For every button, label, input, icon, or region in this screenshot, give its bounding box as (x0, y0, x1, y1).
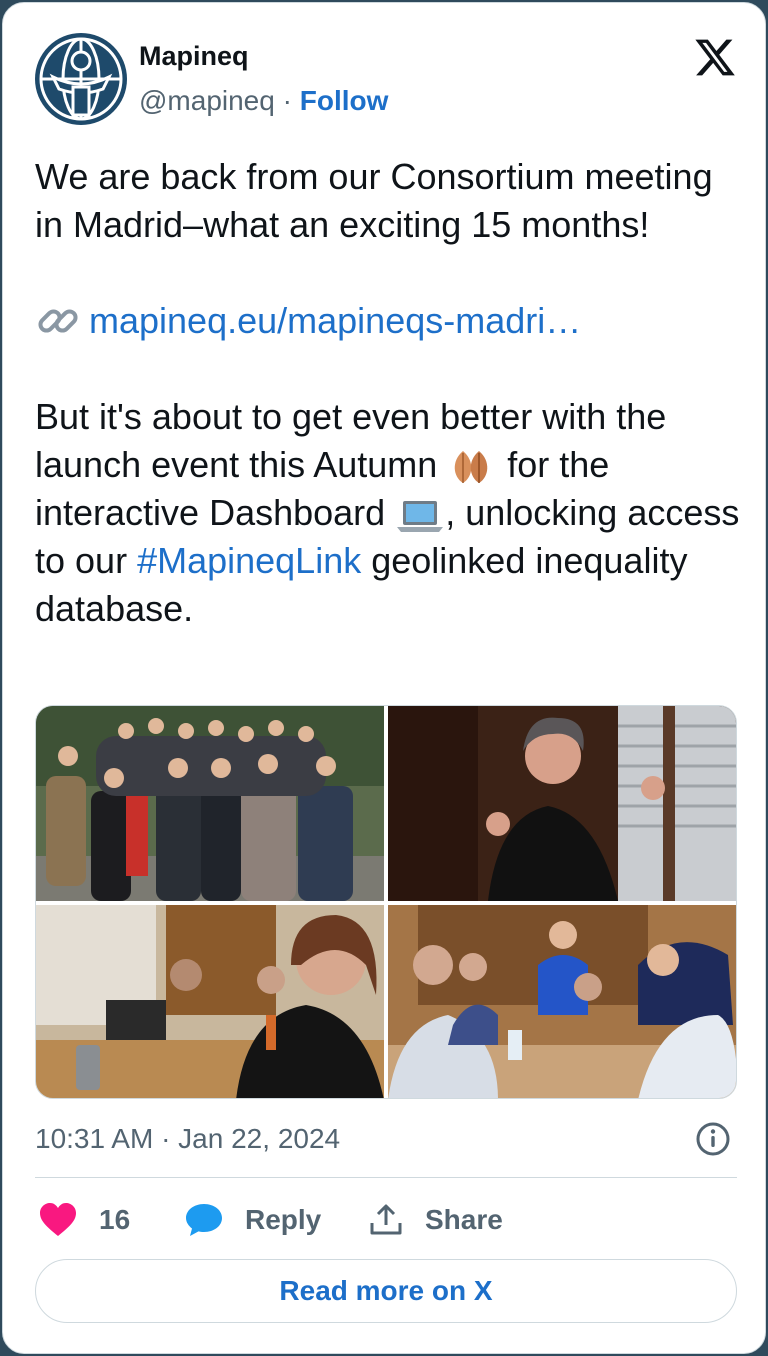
tweet-card: Mapineq @mapineq · Follow We are back fr… (2, 2, 766, 1354)
mapineq-logo-avatar[interactable] (33, 31, 129, 127)
share-button[interactable]: Share (369, 1195, 503, 1245)
tweet-paragraph-1: We are back from our Consortium meeting … (35, 156, 713, 245)
photo-meeting-1[interactable] (36, 905, 384, 1098)
link-icon (38, 309, 78, 333)
like-count: 16 (99, 1204, 131, 1235)
heart-icon (40, 1203, 76, 1236)
follow-button[interactable]: Follow (300, 85, 389, 116)
tweet-link-row[interactable]: mapineq.eu/mapineqs-madri… (35, 297, 745, 345)
info-icon[interactable] (695, 1121, 731, 1157)
photo-meeting-2[interactable] (388, 905, 736, 1098)
media-grid (35, 705, 737, 1099)
tweet-body: We are back from our Consortium meeting … (35, 153, 745, 633)
action-bar: 16 Reply Share (35, 1195, 737, 1245)
fallen-leaves-emoji-icon (454, 451, 488, 484)
speech-bubble-icon (186, 1204, 222, 1236)
hashtag-link[interactable]: #MapineqLink (137, 540, 361, 581)
reply-button[interactable]: Reply (185, 1195, 321, 1245)
tweet-link[interactable]: mapineq.eu/mapineqs-madri… (89, 297, 581, 345)
tweet-paragraph-2: But it's about to get even better with t… (35, 393, 745, 633)
author-handle-row: @mapineq · Follow (139, 85, 388, 117)
reply-label: Reply (245, 1204, 322, 1235)
author-name[interactable]: Mapineq (139, 41, 249, 72)
photo-presenter[interactable] (388, 706, 736, 901)
laptop-emoji-icon (397, 501, 444, 533)
read-more-button[interactable]: Read more on X (35, 1259, 737, 1323)
author-handle[interactable]: @mapineq (139, 85, 275, 116)
photo-group[interactable] (36, 706, 384, 901)
like-button[interactable]: 16 (39, 1195, 130, 1245)
share-upload-icon (370, 1204, 402, 1235)
divider (35, 1177, 737, 1178)
timestamp-row: 10:31 AM · Jan 22, 2024 (35, 1121, 737, 1161)
tweet-timestamp[interactable]: 10:31 AM · Jan 22, 2024 (35, 1123, 340, 1155)
separator-dot: · (282, 85, 292, 116)
x-logo-icon[interactable] (693, 35, 737, 79)
share-label: Share (425, 1204, 503, 1235)
tweet-header: Mapineq @mapineq · Follow (33, 31, 737, 131)
